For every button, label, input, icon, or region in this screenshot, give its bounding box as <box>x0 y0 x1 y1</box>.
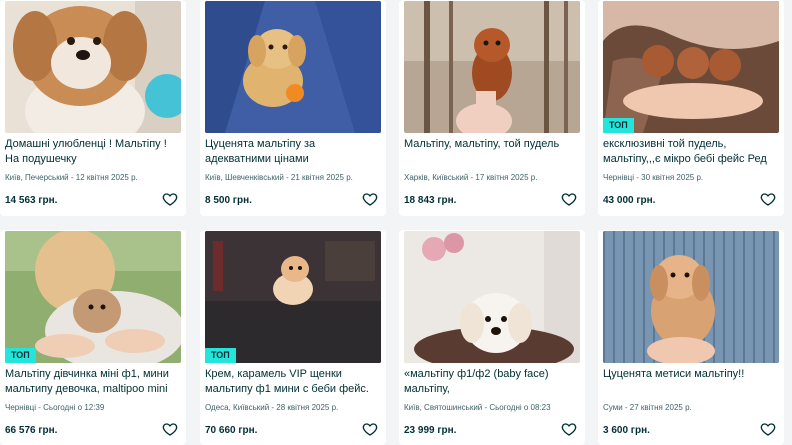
listing-card[interactable]: Цуценята мальтіпу за адекватними цінами … <box>200 0 386 216</box>
listing-price: 70 660 грн. <box>205 425 258 436</box>
listing-card[interactable]: Цуценята метиси мальтіпу!! Суми - 27 кві… <box>598 230 784 445</box>
listing-price: 18 843 грн. <box>404 195 457 206</box>
listing-location-date: Чернівці - 30 квітня 2025 р. <box>603 173 704 182</box>
heart-outline-icon[interactable] <box>362 421 378 437</box>
listing-location-date: Одеса, Київський - 28 квітня 2025 р. <box>205 403 339 412</box>
listing-price: 8 500 грн. <box>205 195 252 206</box>
listing-price: 3 600 грн. <box>603 425 650 436</box>
listing-price: 23 999 грн. <box>404 425 457 436</box>
listing-photo[interactable] <box>404 231 580 363</box>
listing-title[interactable]: Крем, карамель VIP щенки мальтипу ф1 мин… <box>205 367 381 397</box>
listing-card[interactable]: «мальтіпу ф1/ф2 (baby face) мальтіпу, Ки… <box>399 230 585 445</box>
top-badge: ТОП <box>603 118 634 133</box>
heart-outline-icon[interactable] <box>561 191 577 207</box>
listing-location-date: Київ, Печерський - 12 квітня 2025 р. <box>5 173 138 182</box>
listing-photo[interactable]: ТОП <box>603 1 779 133</box>
top-badge: ТОП <box>205 348 236 363</box>
listing-card[interactable]: Мальтіпу, мальтіпу, той пудель Харків, К… <box>399 0 585 216</box>
listing-photo[interactable] <box>404 1 580 133</box>
listing-title[interactable]: Цуценята мальтіпу за адекватними цінами <box>205 137 381 167</box>
listing-card[interactable]: ТОП ексклюзивні той пудель, мальтіпу,,,є… <box>598 0 784 216</box>
listing-location-date: Чернівці - Сьогодні о 12:39 <box>5 403 105 412</box>
heart-outline-icon[interactable] <box>760 421 776 437</box>
listing-photo[interactable]: ТОП <box>5 231 181 363</box>
listing-photo[interactable] <box>205 1 381 133</box>
listing-photo[interactable] <box>603 231 779 363</box>
heart-outline-icon[interactable] <box>760 191 776 207</box>
listing-title[interactable]: «мальтіпу ф1/ф2 (baby face) мальтіпу, <box>404 367 580 397</box>
heart-outline-icon[interactable] <box>162 421 178 437</box>
listing-photo[interactable] <box>5 1 181 133</box>
listing-title[interactable]: Цуценята метиси мальтіпу!! <box>603 367 779 382</box>
heart-outline-icon[interactable] <box>362 191 378 207</box>
listing-grid: Домашні улюбленці ! Мальтіпу ! На подуше… <box>0 0 792 445</box>
listing-location-date: Суми - 27 квітня 2025 р. <box>603 403 692 412</box>
listing-location-date: Київ, Святошинський - Сьогодні о 08:23 <box>404 403 551 412</box>
heart-outline-icon[interactable] <box>561 421 577 437</box>
listing-card[interactable]: Домашні улюбленці ! Мальтіпу ! На подуше… <box>0 0 186 216</box>
listing-card[interactable]: ТОП Мальтіпу дівчинка міні ф1, мини маль… <box>0 230 186 445</box>
listing-photo[interactable]: ТОП <box>205 231 381 363</box>
listing-price: 14 563 грн. <box>5 195 58 206</box>
heart-outline-icon[interactable] <box>162 191 178 207</box>
listing-price: 66 576 грн. <box>5 425 58 436</box>
listing-title[interactable]: Мальтіпу, мальтіпу, той пудель <box>404 137 580 152</box>
listing-location-date: Київ, Шевченківський - 21 квітня 2025 р. <box>205 173 353 182</box>
listing-title[interactable]: ексклюзивні той пудель, мальтіпу,,,є мік… <box>603 137 779 167</box>
listing-title[interactable]: Домашні улюбленці ! Мальтіпу ! На подуше… <box>5 137 181 167</box>
listing-location-date: Харків, Київський - 17 квітня 2025 р. <box>404 173 538 182</box>
listing-title[interactable]: Мальтіпу дівчинка міні ф1, мини мальтипу… <box>5 367 181 397</box>
listing-price: 43 000 грн. <box>603 195 656 206</box>
top-badge: ТОП <box>5 348 36 363</box>
listing-card[interactable]: ТОП Крем, карамель VIP щенки мальтипу ф1… <box>200 230 386 445</box>
